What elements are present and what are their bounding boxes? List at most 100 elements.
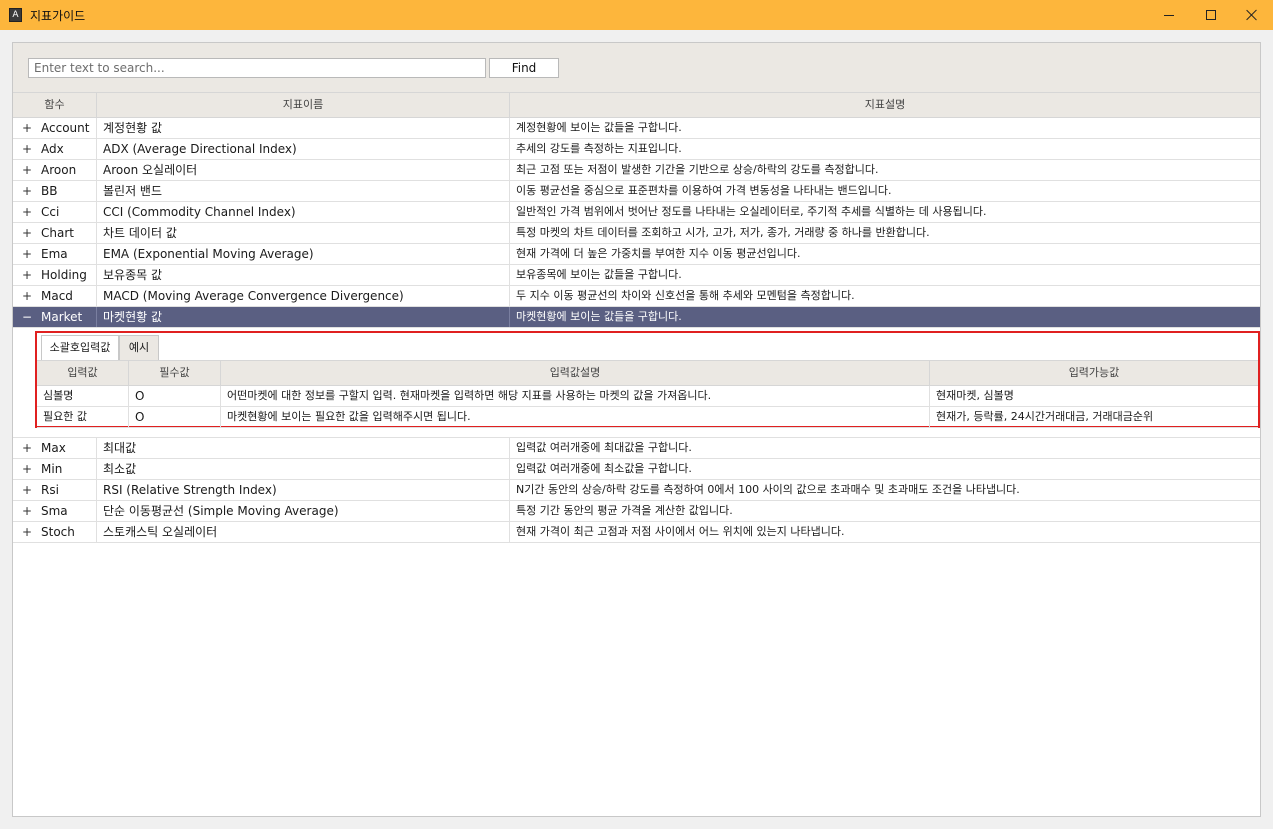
function-name: Adx [41, 142, 64, 156]
function-name: Rsi [41, 483, 59, 497]
minimize-button[interactable] [1148, 0, 1190, 30]
parameter-table: 입력값 필수값 입력값설명 입력가능값 심볼명 O 어떤마켓에 대한 정보를 구… [37, 360, 1258, 428]
indicator-description: 특정 마켓의 차트 데이터를 조회하고 시가, 고가, 저가, 종가, 거래량 … [516, 226, 930, 239]
table-row[interactable]: + Max 최대값 입력값 여러개중에 최대값을 구합니다. [13, 438, 1260, 459]
indicator-name: 계정현황 값 [97, 118, 510, 138]
expand-icon[interactable]: + [13, 223, 41, 243]
expand-icon[interactable]: + [13, 438, 41, 458]
expand-icon[interactable]: + [13, 459, 41, 479]
table-row[interactable]: + BB 볼린저 밴드 이동 평균선을 중심으로 표준편차를 이용하여 가격 변동성을… [13, 181, 1260, 202]
detail-panel: 소괄호입력값 예시 입력값 필수값 입력값설명 입력가능값 심볼명 O 어떤마켓… [13, 328, 1260, 438]
expand-icon[interactable]: + [13, 160, 41, 180]
app-icon: A [9, 8, 22, 22]
indicator-description: 마켓현황에 보이는 값들을 구합니다. [516, 310, 682, 323]
close-button[interactable] [1231, 0, 1273, 30]
table-row[interactable]: + Rsi RSI (Relative Strength Index) N기간 동안의… [13, 480, 1260, 501]
window-title: 지표가이드 [30, 9, 86, 23]
table-row[interactable]: + Chart 차트 데이터 값 특정 마켓의 차트 데이터를 조회하고 시가, 고가… [13, 223, 1260, 244]
column-header-input-description[interactable]: 입력값설명 [221, 361, 930, 386]
indicator-description: 이동 평균선을 중심으로 표준편차를 이용하여 가격 변동성을 나타내는 밴드입… [516, 184, 892, 197]
function-name: Account [41, 121, 90, 135]
expand-icon[interactable]: + [13, 522, 41, 542]
column-header-input[interactable]: 입력값 [37, 361, 129, 386]
search-bar: Find [13, 43, 1260, 92]
rows-before: + Account 계정현황 값 계정현황에 보이는 값들을 구합니다. + Adx ADX… [13, 118, 1260, 307]
function-cell: + Macd [13, 286, 97, 306]
function-cell: + Min [13, 459, 97, 479]
expand-icon[interactable]: + [13, 244, 41, 264]
indicator-description: 보유종목에 보이는 값들을 구합니다. [516, 268, 682, 281]
column-header-indicator-description[interactable]: 지표설명 [510, 93, 1260, 118]
tab-examples[interactable]: 예시 [119, 335, 159, 360]
function-cell: + Rsi [13, 480, 97, 500]
indicator-name: 스토캐스틱 오실레이터 [97, 522, 510, 542]
column-header-required[interactable]: 필수값 [129, 361, 221, 386]
column-header-allowed-values[interactable]: 입력가능값 [930, 361, 1258, 386]
table-row[interactable]: + Cci CCI (Commodity Channel Index) 일반적인 가격… [13, 202, 1260, 223]
table-row[interactable]: + Sma 단순 이동평균선 (Simple Moving Average) 특정 기… [13, 501, 1260, 522]
title-bar: A 지표가이드 [0, 0, 1273, 30]
maximize-button[interactable] [1190, 0, 1232, 30]
detail-highlight-box: 소괄호입력값 예시 입력값 필수값 입력값설명 입력가능값 심볼명 O 어떤마켓… [35, 331, 1260, 428]
indicator-description: 현재 가격이 최근 고점과 저점 사이에서 어느 위치에 있는지 나타냅니다. [516, 525, 845, 538]
indicator-grid: 함수 지표이름 지표설명 + Account 계정현황 값 계정현황에 보이는 값들을… [13, 92, 1260, 543]
expand-icon[interactable]: + [13, 181, 41, 201]
expand-icon[interactable]: + [13, 202, 41, 222]
tab-parameters[interactable]: 소괄호입력값 [41, 335, 119, 360]
indicator-name: 최대값 [97, 438, 510, 458]
indicator-name: 보유종목 값 [97, 265, 510, 285]
parameter-row[interactable]: 심볼명 O 어떤마켓에 대한 정보를 구할지 입력. 현재마켓을 입력하면 해당… [37, 386, 1258, 407]
function-cell: + Ema [13, 244, 97, 264]
indicator-name: MACD (Moving Average Convergence Diverge… [97, 286, 510, 306]
table-row[interactable]: + Ema EMA (Exponential Moving Average) 현재 가… [13, 244, 1260, 265]
indicator-description: 추세의 강도를 측정하는 지표입니다. [516, 142, 682, 155]
indicator-name: EMA (Exponential Moving Average) [97, 244, 510, 264]
function-cell: + Holding [13, 265, 97, 285]
function-cell: + Stoch [13, 522, 97, 542]
table-row[interactable]: + Min 최소값 입력값 여러개중에 최소값을 구합니다. [13, 459, 1260, 480]
expand-icon[interactable]: + [13, 265, 41, 285]
grid-header: 함수 지표이름 지표설명 [13, 92, 1260, 118]
close-icon [1246, 9, 1258, 21]
indicator-description: 일반적인 가격 범위에서 벗어난 정도를 나타내는 오실레이터로, 주기적 추세… [516, 205, 987, 218]
column-header-function[interactable]: 함수 [13, 93, 97, 118]
expand-icon[interactable]: + [13, 139, 41, 159]
table-row[interactable]: + Adx ADX (Average Directional Index) 추세의 강… [13, 139, 1260, 160]
expand-icon[interactable]: + [13, 480, 41, 500]
indicator-description: 계정현황에 보이는 값들을 구합니다. [516, 121, 682, 134]
parameter-allowed: 현재마켓, 심볼명 [936, 389, 1014, 402]
column-header-indicator-name[interactable]: 지표이름 [97, 93, 510, 118]
parameter-input: 심볼명 [37, 386, 129, 406]
search-input[interactable] [28, 58, 486, 78]
function-cell: − Market [13, 307, 97, 327]
indicator-description: 현재 가격에 더 높은 가중치를 부여한 지수 이동 평균선입니다. [516, 247, 801, 260]
indicator-name: 볼린저 밴드 [97, 181, 510, 201]
indicator-description: 두 지수 이동 평균선의 차이와 신호선을 통해 추세와 모멘텀을 측정합니다. [516, 289, 855, 302]
collapse-icon[interactable]: − [13, 307, 41, 327]
function-name: Min [41, 462, 63, 476]
indicator-name: RSI (Relative Strength Index) [97, 480, 510, 500]
table-row[interactable]: + Account 계정현황 값 계정현황에 보이는 값들을 구합니다. [13, 118, 1260, 139]
indicator-description: 입력값 여러개중에 최대값을 구합니다. [516, 441, 692, 454]
function-name: Chart [41, 226, 74, 240]
expand-icon[interactable]: + [13, 286, 41, 306]
parameter-row[interactable]: 필요한 값 O 마켓현황에 보이는 필요한 값을 입력해주시면 됩니다. 현재가… [37, 407, 1258, 428]
indicator-name: CCI (Commodity Channel Index) [97, 202, 510, 222]
table-row-selected[interactable]: − Market 마켓현황 값 마켓현황에 보이는 값들을 구합니다. [13, 307, 1260, 328]
parameter-description: 어떤마켓에 대한 정보를 구할지 입력. 현재마켓을 입력하면 해당 지표를 사… [221, 386, 930, 406]
table-row[interactable]: + Holding 보유종목 값 보유종목에 보이는 값들을 구합니다. [13, 265, 1260, 286]
table-row[interactable]: + Aroon Aroon 오실레이터 최근 고점 또는 저점이 발생한 기간을 기반… [13, 160, 1260, 181]
function-name: Aroon [41, 163, 77, 177]
function-cell: + Aroon [13, 160, 97, 180]
table-row[interactable]: + Macd MACD (Moving Average Convergence Di… [13, 286, 1260, 307]
minimize-icon [1164, 14, 1174, 16]
expand-icon[interactable]: + [13, 501, 41, 521]
function-cell: + Account [13, 118, 97, 138]
expand-icon[interactable]: + [13, 118, 41, 138]
function-name: Sma [41, 504, 68, 518]
maximize-icon [1206, 10, 1216, 20]
table-row[interactable]: + Stoch 스토캐스틱 오실레이터 현재 가격이 최근 고점과 저점 사이에서 어… [13, 522, 1260, 543]
function-name: Macd [41, 289, 73, 303]
find-button[interactable]: Find [489, 58, 559, 78]
function-name: Stoch [41, 525, 75, 539]
